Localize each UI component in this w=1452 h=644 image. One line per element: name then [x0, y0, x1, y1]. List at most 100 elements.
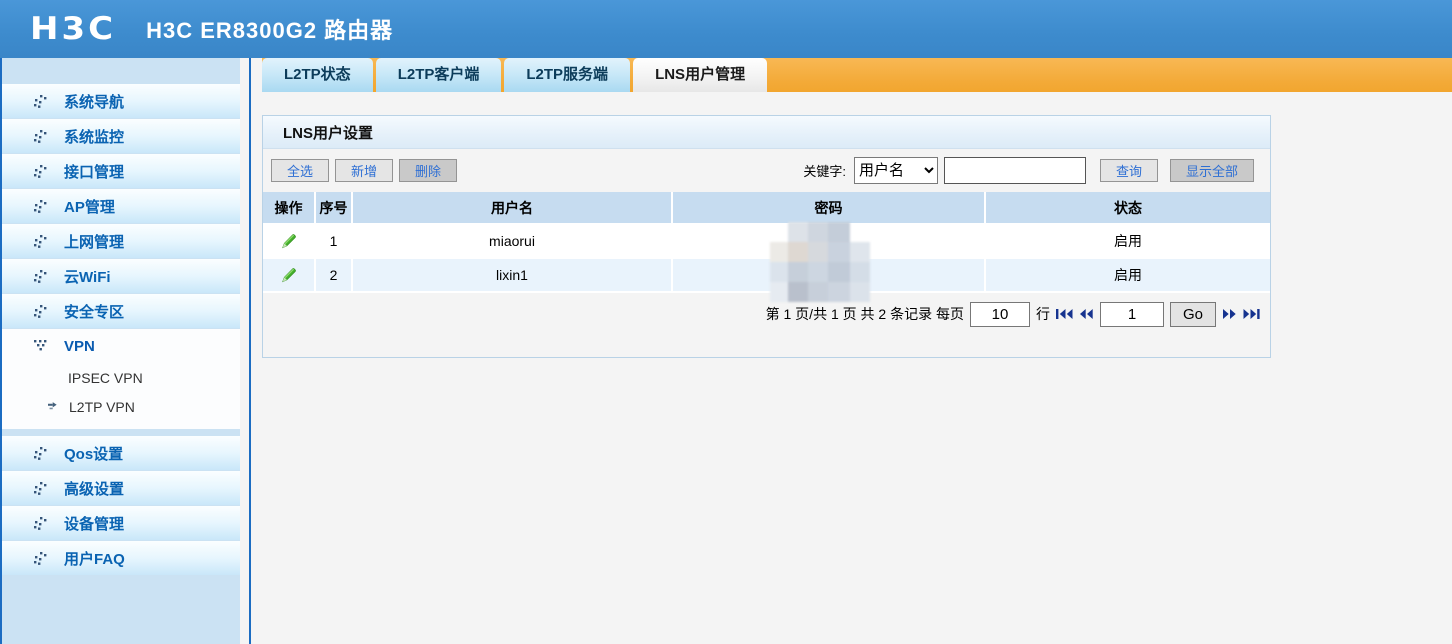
sidebar-item-label: 系统导航 — [64, 93, 125, 111]
sidebar-item-device-mgmt[interactable]: 设备管理 — [2, 506, 240, 540]
dots-expanded-icon — [34, 339, 47, 350]
dots-icon — [34, 551, 47, 565]
sidebar-item-interface-mgmt[interactable]: 接口管理 — [2, 154, 240, 188]
app-header: H3C H3C ER8300G2 路由器 — [0, 0, 1452, 58]
delete-button[interactable]: 删除 — [399, 159, 458, 182]
go-button[interactable]: Go — [1169, 301, 1216, 327]
rows-per-page-input[interactable] — [969, 301, 1030, 327]
dots-icon — [34, 94, 47, 108]
edit-button[interactable] — [263, 225, 316, 257]
sidebar-item-label: 安全专区 — [64, 303, 125, 321]
query-button[interactable]: 查询 — [1099, 159, 1158, 182]
column-header-action: 操作 — [263, 192, 316, 223]
arrow-marker-icon — [48, 402, 57, 410]
pencil-icon — [281, 268, 296, 283]
sidebar-item-label: 设备管理 — [64, 515, 125, 533]
pagination-summary: 第 1 页/共 1 页 共 2 条记录 每页 — [765, 306, 964, 322]
sidebar-item-ipsec-vpn[interactable]: IPSEC VPN — [2, 363, 240, 392]
pagination-bar: 第 1 页/共 1 页 共 2 条记录 每页 行 Go — [263, 293, 1270, 335]
tab-label: LNS用户管理 — [655, 66, 746, 83]
tab-label: L2TP服务端 — [526, 66, 609, 83]
row-status: 启用 — [1114, 267, 1142, 283]
sidebar-subitem-label: IPSEC VPN — [68, 369, 143, 386]
tab-strip: L2TP状态 L2TP客户端 L2TP服务端 LNS用户管理 — [262, 58, 1452, 92]
keyword-label: 关键字: — [803, 164, 846, 179]
row-index: 1 — [316, 225, 353, 257]
table-header-row: 操作 序号 用户名 密码 状态 — [263, 192, 1270, 225]
row-username: lixin1 — [353, 259, 673, 291]
dots-icon — [34, 129, 47, 143]
row-username: miaorui — [353, 225, 673, 257]
select-all-button[interactable]: 全选 — [271, 159, 330, 182]
sidebar-item-ap-mgmt[interactable]: AP管理 — [2, 189, 240, 223]
panel-toolbar: 全选 新增 删除 关键字: 用户名 查询 显示全部 — [263, 149, 1270, 192]
pencil-icon — [281, 234, 296, 249]
next-page-button[interactable] — [1222, 308, 1237, 320]
show-all-button[interactable]: 显示全部 — [1169, 159, 1254, 182]
keyword-search-input[interactable] — [943, 157, 1086, 184]
sidebar-item-label: 接口管理 — [64, 163, 125, 181]
column-header-password: 密码 — [673, 192, 986, 223]
edit-button[interactable] — [263, 259, 316, 291]
sidebar-item-user-faq[interactable]: 用户FAQ — [2, 541, 240, 575]
column-header-index: 序号 — [316, 192, 353, 223]
goto-page-input[interactable] — [1099, 301, 1164, 327]
first-page-button[interactable] — [1055, 308, 1073, 320]
column-header-status: 状态 — [1114, 199, 1142, 216]
rows-label: 行 — [1035, 306, 1050, 322]
content-divider — [249, 58, 251, 644]
sidebar-item-label: 云WiFi — [64, 268, 111, 286]
dots-icon — [34, 164, 47, 178]
sidebar-item-vpn[interactable]: VPN — [2, 329, 240, 363]
sidebar-subitem-label: L2TP VPN — [69, 398, 135, 415]
keyword-search-group: 关键字: 用户名 查询 显示全部 — [803, 157, 1260, 184]
tab-label: L2TP客户端 — [397, 66, 480, 83]
dots-icon — [34, 234, 47, 248]
sidebar-item-advanced[interactable]: 高级设置 — [2, 471, 240, 505]
sidebar-item-internet-mgmt[interactable]: 上网管理 — [2, 224, 240, 258]
sidebar-item-label: 上网管理 — [64, 233, 125, 251]
dots-icon — [34, 304, 47, 318]
table-row: 2 lixin1 启用 — [263, 259, 1270, 293]
h3c-logo: H3C — [30, 10, 117, 48]
lns-user-panel: LNS用户设置 全选 新增 删除 关键字: 用户名 查询 显示全部 操作 序号 … — [262, 115, 1271, 358]
table-row: 1 miaorui 启用 — [263, 225, 1270, 259]
dots-icon — [34, 199, 47, 213]
sidebar-item-label: Qos设置 — [64, 445, 124, 463]
sidebar-item-label: AP管理 — [64, 198, 115, 216]
sidebar-item-l2tp-vpn[interactable]: L2TP VPN — [2, 392, 240, 421]
dots-icon — [34, 446, 47, 460]
panel-title: LNS用户设置 — [263, 116, 1270, 149]
tab-l2tp-status[interactable]: L2TP状态 — [262, 58, 373, 92]
sidebar-item-system-monitor[interactable]: 系统监控 — [2, 119, 240, 153]
lns-user-table: 操作 序号 用户名 密码 状态 1 miaorui 启用 2 lixin1 启用 — [263, 192, 1270, 293]
dots-icon — [34, 481, 47, 495]
tab-bar: L2TP状态 L2TP客户端 L2TP服务端 LNS用户管理 — [251, 58, 1452, 92]
sidebar-item-security-zone[interactable]: 安全专区 — [2, 294, 240, 328]
sidebar-item-label: VPN — [64, 337, 95, 355]
row-password — [673, 259, 986, 291]
sidebar-item-system-nav[interactable]: 系统导航 — [2, 84, 240, 118]
last-page-button[interactable] — [1243, 308, 1260, 320]
prev-page-button[interactable] — [1079, 308, 1094, 320]
sidebar-item-label: 高级设置 — [64, 480, 125, 498]
row-index: 2 — [316, 259, 353, 291]
row-status: 启用 — [1114, 233, 1142, 249]
sidebar: 系统导航 系统监控 接口管理 AP管理 上网管理 云WiFi 安全专区 VPN … — [2, 58, 240, 644]
sidebar-item-qos[interactable]: Qos设置 — [2, 436, 240, 470]
sidebar-item-cloud-wifi[interactable]: 云WiFi — [2, 259, 240, 293]
tab-l2tp-client[interactable]: L2TP客户端 — [375, 58, 502, 92]
add-button[interactable]: 新增 — [335, 159, 394, 182]
tab-label: L2TP状态 — [284, 66, 351, 83]
app-title: H3C ER8300G2 路由器 — [146, 18, 394, 43]
sidebar-item-label: 用户FAQ — [64, 550, 125, 568]
row-password — [673, 225, 986, 257]
dots-icon — [34, 516, 47, 530]
tab-lns-user-mgmt[interactable]: LNS用户管理 — [633, 58, 768, 92]
column-header-username: 用户名 — [353, 192, 673, 223]
sidebar-group-vpn: VPN IPSEC VPN L2TP VPN — [2, 329, 240, 429]
keyword-field-select[interactable]: 用户名 — [853, 157, 938, 184]
dots-icon — [34, 269, 47, 283]
tab-l2tp-server[interactable]: L2TP服务端 — [504, 58, 631, 92]
sidebar-item-label: 系统监控 — [64, 128, 125, 146]
